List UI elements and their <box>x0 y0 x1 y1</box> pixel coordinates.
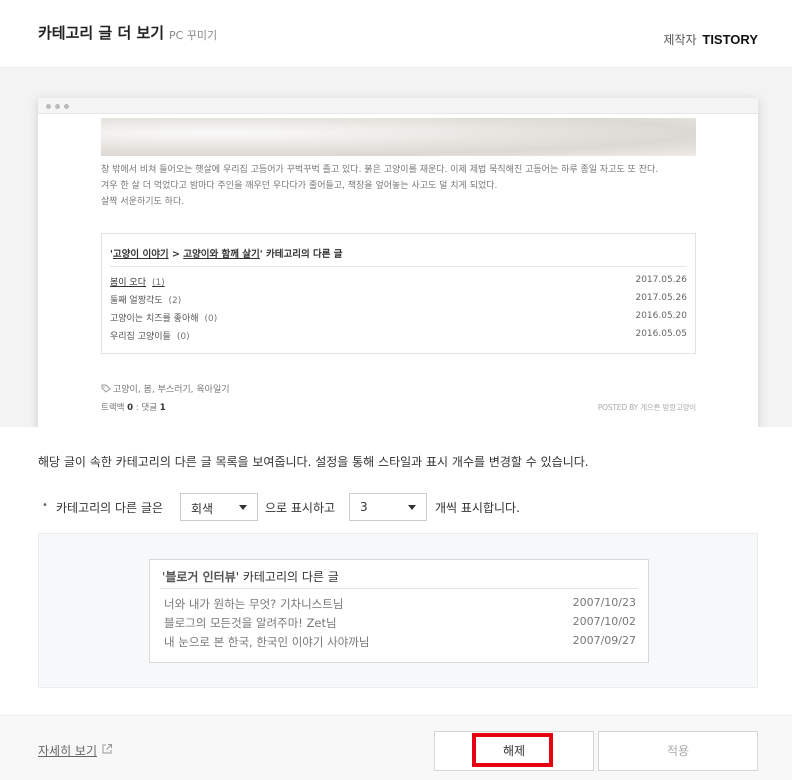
sample-row: 블로그의 모든것을 알려주마! Zet님 2007/10/02 <box>164 615 636 633</box>
related-post-count: (0) <box>204 314 218 324</box>
related-post-date: 2016.05.20 <box>635 311 687 321</box>
sample-title: •'블로거 인터뷰' 카테고리의 다른 글 <box>162 570 339 584</box>
related-post-title[interactable]: 우리집 고양이들 <box>110 332 171 342</box>
count-select-value: 3 <box>360 500 368 514</box>
tag-icon <box>101 384 111 393</box>
label-after: 개씩 표시합니다. <box>435 501 520 515</box>
related-post-date: 2017.05.26 <box>635 275 687 285</box>
sample-post-title: 블로그의 모든것을 알려주마! Zet님 <box>164 616 337 630</box>
sample-post-date: 2007/10/02 <box>572 615 636 628</box>
related-post-count: (2) <box>168 296 182 306</box>
browser-bar <box>38 98 758 114</box>
related-post-count: (0) <box>176 332 190 342</box>
related-posts-box: '고양이 이야기 > 고양이와 함께 살기' 카테고리의 다른 글 봄이 오다 (… <box>101 233 696 354</box>
divider <box>110 266 687 267</box>
window-dot-icon <box>46 104 51 109</box>
sample-post-title: 내 눈으로 본 한국, 한국인 이야기 사야까님 <box>164 635 370 649</box>
sample-post-title: 너와 내가 원하는 무엇? 기차니스트님 <box>164 597 344 611</box>
sample-box: •'블로거 인터뷰' 카테고리의 다른 글 너와 내가 원하는 무엇? 기차니스… <box>149 559 649 663</box>
preview-hero-image <box>101 118 696 156</box>
story-line: 살짝 서운하기도 하다. <box>101 197 185 207</box>
maker-info: 제작자 TISTORY <box>663 31 758 48</box>
related-post-row[interactable]: 우리집 고양이들 (0) 2016.05.05 <box>110 329 687 345</box>
plugin-description: 해당 글이 속한 카테고리의 다른 글 목록을 보여줍니다. 설정을 통해 스타… <box>38 455 589 469</box>
more-details-link[interactable]: 자세히 보기 <box>38 742 97 759</box>
page-subtitle: PC 꾸미기 <box>169 29 218 42</box>
related-post-title[interactable]: 고양이는 치즈를 좋아해 <box>110 314 199 324</box>
label-before: 카테고리의 다른 글은 <box>56 501 163 515</box>
post-tags: 고양이, 봄, 부스러기, 육아일기 <box>101 382 230 395</box>
related-post-date: 2016.05.05 <box>635 329 687 339</box>
dropdown-arrow-icon <box>408 505 416 510</box>
maker-name: TISTORY <box>702 32 758 47</box>
divider <box>160 588 638 589</box>
related-category-link[interactable]: 고양이 이야기 <box>113 249 169 260</box>
related-post-row[interactable]: 봄이 오다 (1) 2017.05.26 <box>110 275 687 291</box>
sample-category-name: 블로거 인터뷰 <box>165 570 236 584</box>
maker-label: 제작자 <box>663 33 697 47</box>
tags-text[interactable]: 고양이, 봄, 부스러기, 육아일기 <box>113 385 230 395</box>
related-post-title[interactable]: 봄이 오다 <box>110 278 146 288</box>
page-title: 카테고리 글 더 보기 <box>38 24 165 42</box>
preview-area: 창 밖에서 비쳐 들어오는 햇살에 우리집 고등어가 꾸벅꾸벅 졸고 있다. 붉… <box>0 68 792 427</box>
posted-by: POSTED BY 게으른 방랑고양이 <box>597 403 696 412</box>
style-select-value: 회색 <box>191 502 214 516</box>
footer: 자세히 보기 해제 적용 <box>0 715 792 780</box>
bullet: • <box>42 500 48 511</box>
external-link-icon[interactable] <box>101 743 113 755</box>
sample-post-date: 2007/10/23 <box>572 596 636 609</box>
trackback-count: 0 <box>127 403 134 413</box>
sample-row: 내 눈으로 본 한국, 한국인 이야기 사야까님 2007/09/27 <box>164 634 636 652</box>
apply-button[interactable]: 적용 <box>598 731 758 771</box>
top-header: 카테고리 글 더 보기 PC 꾸미기 제작자 TISTORY <box>0 0 792 68</box>
highlight-box <box>472 733 553 767</box>
related-post-title[interactable]: 둘째 얼짱각도 <box>110 296 163 306</box>
related-subcategory-link[interactable]: 고양이와 함께 살기 <box>183 249 260 260</box>
sample-preview-area: •'블로거 인터뷰' 카테고리의 다른 글 너와 내가 원하는 무엇? 기차니스… <box>38 533 758 688</box>
related-post-count: (1) <box>151 278 165 288</box>
comment-count: 1 <box>159 403 166 413</box>
sample-row: 너와 내가 원하는 무엇? 기차니스트님 2007/10/23 <box>164 596 636 614</box>
window-dot-icon <box>55 104 60 109</box>
comment-label: 댓글 <box>141 403 158 413</box>
window-dot-icon <box>64 104 69 109</box>
label-middle: 으로 표시하고 <box>265 501 336 515</box>
preview-browser-frame: 창 밖에서 비쳐 들어오는 햇살에 우리집 고등어가 꾸벅꾸벅 졸고 있다. 붉… <box>38 98 758 427</box>
style-select[interactable]: 회색 <box>180 493 258 521</box>
related-post-row[interactable]: 둘째 얼짱각도 (2) 2017.05.26 <box>110 293 687 309</box>
settings-row: • 카테고리의 다른 글은 회색 으로 표시하고 3 개씩 표시합니다. <box>38 493 758 522</box>
trackback-label: 트랙백 <box>101 403 125 413</box>
trackback-info: 트랙백 0 : 댓글 1 <box>101 403 166 413</box>
dropdown-arrow-icon <box>239 505 247 510</box>
related-post-row[interactable]: 고양이는 치즈를 좋아해 (0) 2016.05.20 <box>110 311 687 327</box>
story-line: 창 밖에서 비쳐 들어오는 햇살에 우리집 고등어가 꾸벅꾸벅 졸고 있다. 붉… <box>101 165 659 175</box>
sample-post-date: 2007/09/27 <box>572 634 636 647</box>
count-select[interactable]: 3 <box>349 493 427 521</box>
related-posts-title: '고양이 이야기 > 고양이와 함께 살기' 카테고리의 다른 글 <box>110 249 343 260</box>
preview-story-text: 창 밖에서 비쳐 들어오는 햇살에 우리집 고등어가 꾸벅꾸벅 졸고 있다. 붉… <box>101 162 711 210</box>
related-post-date: 2017.05.26 <box>635 293 687 303</box>
story-line: 겨우 한 살 더 먹었다고 밤마다 주인을 깨우던 우다다가 줄어들고, 책장을… <box>101 181 498 191</box>
